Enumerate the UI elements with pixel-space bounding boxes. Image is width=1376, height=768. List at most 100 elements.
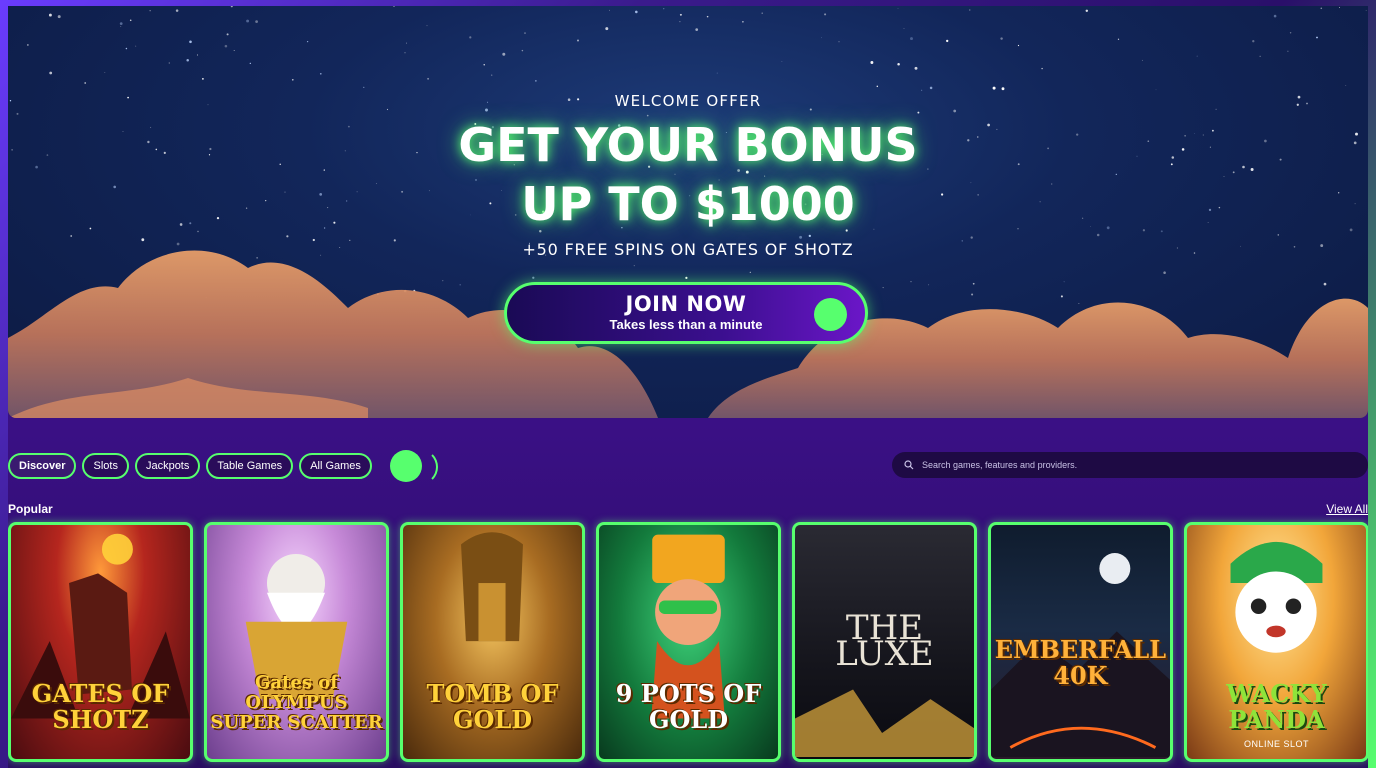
star bbox=[897, 7, 899, 9]
game-subtitle: ONLINE SLOT bbox=[1243, 739, 1309, 749]
star bbox=[119, 22, 123, 25]
star bbox=[27, 44, 29, 46]
star bbox=[197, 54, 198, 56]
game-title: EMBERFALL 40K bbox=[994, 635, 1167, 690]
star bbox=[824, 13, 827, 16]
filter-table-games[interactable]: Table Games bbox=[206, 453, 294, 479]
star bbox=[634, 10, 638, 14]
star bbox=[992, 86, 996, 90]
star bbox=[897, 62, 900, 66]
star bbox=[1017, 44, 1020, 47]
star bbox=[521, 49, 524, 52]
game-card-gates-of-shotz[interactable]: GATES OF SHOTZ bbox=[8, 522, 193, 762]
star bbox=[104, 72, 106, 73]
filter-all-games[interactable]: All Games bbox=[299, 453, 372, 479]
join-now-sublabel: Takes less than a minute bbox=[609, 317, 763, 332]
join-now-button[interactable]: JOIN NOW Takes less than a minute bbox=[504, 282, 868, 344]
game-title: Gates of OLYMPUS SUPER SCATTER bbox=[210, 672, 383, 733]
star bbox=[781, 61, 783, 62]
star bbox=[233, 50, 235, 51]
hero-text: WELCOME OFFER GET YOUR BONUS UP TO $1000… bbox=[8, 92, 1368, 259]
star bbox=[249, 62, 251, 65]
hero-banner: WELCOME OFFER GET YOUR BONUS UP TO $1000… bbox=[8, 6, 1368, 418]
star bbox=[761, 12, 763, 14]
star bbox=[1287, 50, 1289, 52]
star bbox=[1252, 40, 1255, 43]
star bbox=[125, 47, 128, 50]
game-title: 9 POTS OF GOLD bbox=[615, 679, 762, 734]
star bbox=[57, 15, 61, 19]
star bbox=[427, 77, 430, 80]
game-title: GATES OF SHOTZ bbox=[31, 679, 170, 734]
star bbox=[1345, 85, 1347, 86]
star bbox=[175, 9, 179, 12]
category-filters: Discover Slots Jackpots Table Games All … bbox=[8, 449, 438, 485]
star bbox=[230, 6, 233, 8]
star bbox=[535, 80, 537, 82]
star bbox=[84, 82, 87, 84]
game-card-the-luxe[interactable]: THE LUXE bbox=[792, 522, 977, 762]
star bbox=[1155, 89, 1157, 91]
filter-slots[interactable]: Slots bbox=[82, 453, 129, 479]
join-now-label: JOIN NOW bbox=[625, 292, 747, 316]
star bbox=[914, 66, 918, 70]
star bbox=[189, 40, 192, 44]
headline-line-2: UP TO $1000 bbox=[521, 177, 855, 231]
more-filters-toggle[interactable] bbox=[389, 449, 438, 485]
star bbox=[186, 59, 189, 62]
star bbox=[609, 9, 610, 11]
star bbox=[903, 27, 905, 29]
star bbox=[363, 86, 365, 89]
star bbox=[404, 52, 406, 54]
game-card-9-pots-of-gold[interactable]: 9 POTS OF GOLD bbox=[596, 522, 781, 762]
star bbox=[716, 72, 718, 74]
star bbox=[1320, 7, 1323, 10]
star bbox=[876, 85, 879, 88]
star bbox=[393, 6, 395, 7]
filter-jackpots[interactable]: Jackpots bbox=[134, 453, 201, 479]
star bbox=[1000, 37, 1003, 40]
star bbox=[679, 13, 682, 16]
search-input[interactable] bbox=[920, 459, 1344, 471]
star bbox=[292, 79, 294, 81]
star bbox=[605, 27, 609, 31]
star bbox=[49, 71, 53, 75]
star bbox=[405, 42, 407, 44]
game-card-gates-of-olympus[interactable]: Gates of OLYMPUS SUPER SCATTER bbox=[204, 522, 389, 762]
search-icon bbox=[904, 460, 914, 470]
popular-games-row: GATES OF SHOTZ Gates of OLYMPUS SUPER SC… bbox=[8, 522, 1368, 762]
star bbox=[1316, 36, 1318, 39]
star bbox=[969, 9, 971, 11]
star bbox=[946, 39, 949, 43]
star bbox=[929, 86, 933, 90]
page-frame: WELCOME OFFER GET YOUR BONUS UP TO $1000… bbox=[8, 6, 1368, 768]
view-all-link[interactable]: View All bbox=[1326, 502, 1368, 516]
star bbox=[502, 52, 506, 56]
star bbox=[201, 77, 204, 80]
star bbox=[255, 20, 258, 23]
star bbox=[149, 10, 151, 12]
star bbox=[135, 45, 137, 47]
star bbox=[1365, 9, 1367, 11]
star bbox=[129, 19, 132, 22]
free-spins-text: +50 FREE SPINS ON GATES OF SHOTZ bbox=[522, 240, 854, 259]
star bbox=[1117, 38, 1120, 40]
game-card-wacky-panda[interactable]: WACKY PANDA ONLINE SLOT bbox=[1184, 522, 1368, 762]
star bbox=[469, 36, 472, 39]
star bbox=[821, 37, 822, 39]
filter-discover[interactable]: Discover bbox=[8, 453, 77, 479]
star bbox=[1001, 87, 1005, 91]
game-title: TOMB OF GOLD bbox=[426, 679, 559, 734]
game-search[interactable] bbox=[892, 452, 1368, 478]
join-dot-icon bbox=[814, 298, 847, 331]
star bbox=[1289, 32, 1292, 34]
star bbox=[838, 41, 840, 43]
game-title: WACKY PANDA bbox=[1226, 679, 1327, 734]
star bbox=[577, 39, 579, 42]
game-card-tomb-of-gold[interactable]: TOMB OF GOLD bbox=[400, 522, 585, 762]
star bbox=[226, 33, 229, 36]
star bbox=[319, 72, 322, 75]
star bbox=[306, 40, 309, 43]
game-card-emberfall-40k[interactable]: EMBERFALL 40K bbox=[988, 522, 1173, 762]
star bbox=[224, 44, 228, 48]
